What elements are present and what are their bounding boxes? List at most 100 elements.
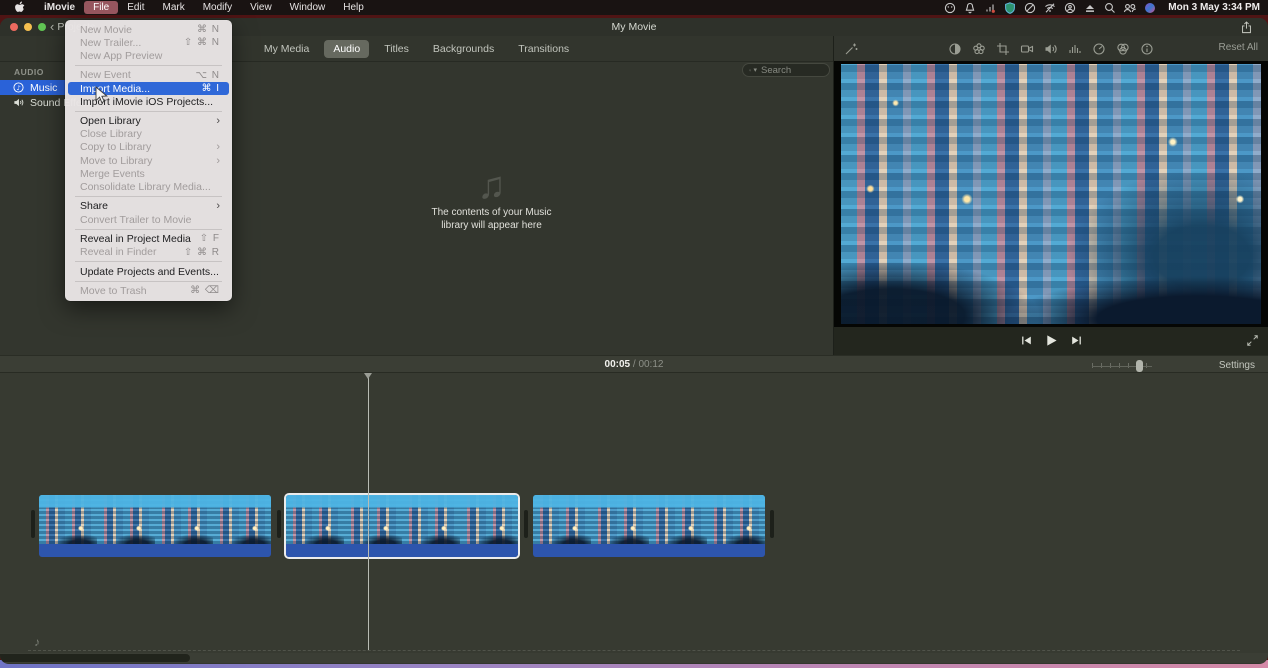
music-notes-icon: ♫	[150, 166, 833, 206]
menu-shortcut: ⇧ F	[200, 233, 220, 244]
tab-my-media[interactable]: My Media	[255, 40, 319, 58]
shield-icon[interactable]	[1000, 1, 1020, 14]
previous-frame-button[interactable]	[1021, 335, 1032, 346]
noise-reduction-icon[interactable]	[1068, 41, 1083, 56]
info-icon[interactable]	[1140, 41, 1155, 56]
speed-icon[interactable]	[1092, 41, 1107, 56]
notification-icon[interactable]	[960, 1, 980, 14]
timeline-clip-1[interactable]	[39, 495, 271, 557]
tab-titles[interactable]: Titles	[375, 40, 418, 58]
menu-edit[interactable]: Edit	[118, 1, 153, 14]
tab-audio[interactable]: Audio	[324, 40, 369, 58]
clip-audio-waveform	[286, 544, 518, 557]
clip-frame	[533, 495, 591, 544]
menu-item-consolidate-library-media: Consolidate Library Media...	[68, 180, 229, 193]
menubar-clock[interactable]: Mon 3 May 3:34 PM	[1160, 2, 1260, 13]
user-switch-icon[interactable]	[1120, 1, 1140, 14]
spotlight-icon[interactable]	[1100, 1, 1120, 14]
filters-icon[interactable]	[1116, 41, 1131, 56]
video-preview-frame	[841, 64, 1261, 324]
apple-menu-icon[interactable]	[0, 0, 35, 15]
clip-audio-waveform	[533, 544, 765, 557]
playhead[interactable]	[368, 373, 369, 650]
siri-icon[interactable]	[1140, 1, 1160, 14]
clip-thumbnails	[286, 495, 518, 544]
assistant-icon[interactable]	[940, 1, 960, 14]
scrollbar-thumb[interactable]	[0, 654, 190, 662]
volume-icon[interactable]	[1044, 41, 1059, 56]
eject-icon[interactable]	[1080, 1, 1100, 14]
time-display: 00:05 / 00:12	[0, 359, 1268, 370]
menu-modify[interactable]: Modify	[194, 1, 241, 14]
submenu-arrow-icon: ›	[216, 155, 220, 167]
wifi-off-icon[interactable]	[1040, 1, 1060, 14]
trim-handle[interactable]	[524, 510, 528, 538]
tab-backgrounds[interactable]: Backgrounds	[424, 40, 503, 58]
stabilization-icon[interactable]	[1020, 41, 1035, 56]
trim-handle[interactable]	[31, 510, 35, 538]
color-correction-icon[interactable]	[972, 41, 987, 56]
tab-transitions[interactable]: Transitions	[509, 40, 578, 58]
total-time: 00:12	[638, 359, 663, 370]
play-button[interactable]	[1045, 334, 1058, 347]
clip-frame	[155, 495, 213, 544]
cloud-icon[interactable]	[1020, 1, 1040, 14]
search-field[interactable]: ▾	[742, 63, 830, 77]
zoom-slider-thumb[interactable]	[1136, 360, 1143, 372]
menu-shortcut: ⌘ N	[197, 24, 220, 35]
menu-shortcut: ⌘ I	[201, 83, 220, 94]
menu-mark[interactable]: Mark	[153, 1, 193, 14]
timeline-settings-button[interactable]: Settings	[1219, 360, 1255, 371]
menu-help[interactable]: Help	[334, 1, 373, 14]
svg-text:♪: ♪	[16, 84, 20, 92]
next-frame-button[interactable]	[1071, 335, 1082, 346]
fullscreen-icon[interactable]	[1247, 335, 1258, 346]
clip-frame	[286, 495, 344, 544]
menu-divider	[75, 281, 222, 282]
clip-frame	[213, 495, 271, 544]
clip-frame	[591, 495, 649, 544]
menu-item-new-trailer: New Trailer...⇧ ⌘ N	[68, 36, 229, 49]
clip-audio-waveform	[39, 544, 271, 557]
clip-frame	[39, 495, 97, 544]
clip-thumbnails	[533, 495, 765, 544]
menu-shortcut: ⌥ N	[195, 70, 220, 81]
empty-state: ♫ The contents of your Music library wil…	[150, 166, 833, 232]
menu-view[interactable]: View	[241, 1, 281, 14]
menu-item-new-event: New Event⌥ N	[68, 69, 229, 82]
meter-icon[interactable]	[980, 1, 1000, 14]
file-menu-dropdown: New Movie⌘ NNew Trailer...⇧ ⌘ NNew App P…	[65, 20, 232, 301]
menu-item-new-movie: New Movie⌘ N	[68, 23, 229, 36]
crop-icon[interactable]	[996, 41, 1011, 56]
menu-item-merge-events: Merge Events	[68, 167, 229, 180]
menu-item-open-library[interactable]: Open Library›	[68, 115, 229, 128]
menu-imovie[interactable]: iMovie	[35, 1, 84, 14]
menu-item-reveal-in-project-media[interactable]: Reveal in Project Media⇧ F	[68, 232, 229, 245]
reset-all-button[interactable]: Reset All	[1219, 42, 1258, 53]
timeline-scrollbar	[0, 653, 1268, 663]
menu-divider	[75, 65, 222, 66]
menu-shortcut: ⇧ ⌘ R	[184, 247, 220, 258]
timeline-clip-3[interactable]	[533, 495, 765, 557]
trim-handle[interactable]	[277, 510, 281, 538]
color-balance-icon[interactable]	[948, 41, 963, 56]
search-input[interactable]	[759, 64, 823, 77]
current-time: 00:05	[605, 359, 631, 370]
trim-handle[interactable]	[770, 510, 774, 538]
timeline-header: 00:05 / 00:12 Settings	[0, 355, 1268, 373]
menu-window[interactable]: Window	[281, 1, 335, 14]
menu-item-import-media[interactable]: Import Media...⌘ I	[68, 82, 229, 95]
transport-bar	[834, 327, 1268, 355]
sidebar-section-header: AUDIO	[14, 67, 44, 77]
viewer-panel: Reset All	[833, 36, 1268, 355]
menu-item-import-imovie-ios-projects[interactable]: Import iMovie iOS Projects...	[68, 95, 229, 108]
menu-item-update-projects-and-events[interactable]: Update Projects and Events...	[68, 265, 229, 278]
share-icon[interactable]	[1241, 21, 1252, 34]
screen-share-icon[interactable]	[1060, 1, 1080, 14]
timeline-clip-2[interactable]	[286, 495, 518, 557]
timeline-zoom-slider[interactable]	[1092, 363, 1152, 368]
menu-file[interactable]: File	[84, 1, 118, 14]
menu-item-share[interactable]: Share›	[68, 200, 229, 213]
clip-thumbnails	[39, 495, 271, 544]
menu-divider	[75, 111, 222, 112]
